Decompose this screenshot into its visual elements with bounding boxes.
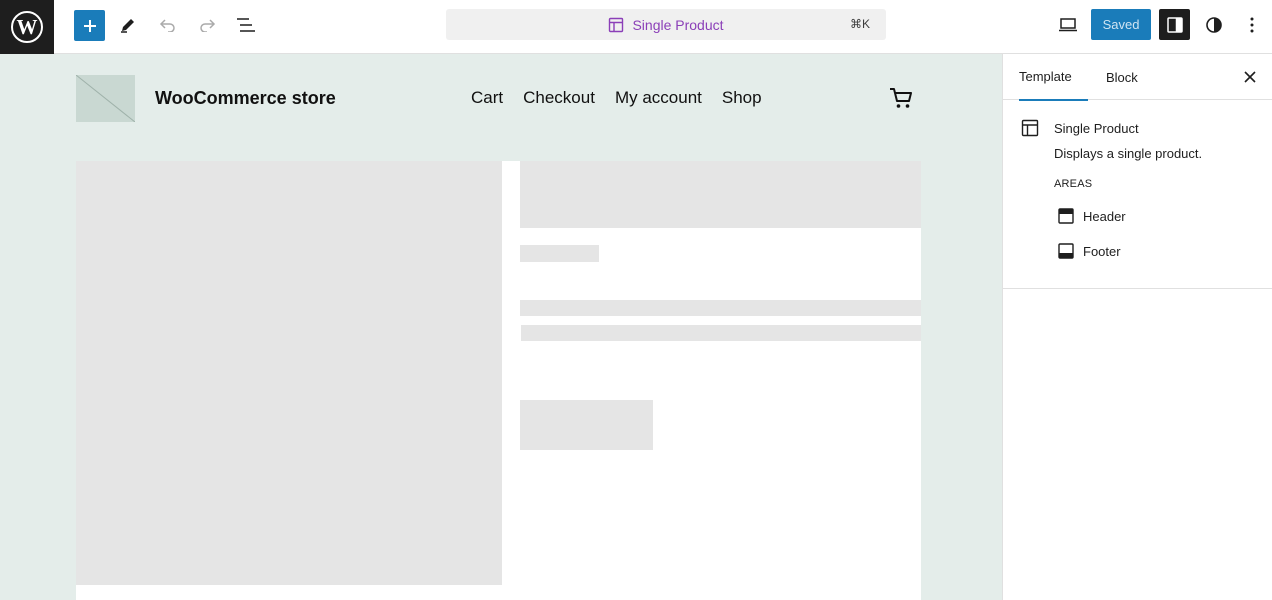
close-sidebar-button[interactable] bbox=[1241, 68, 1259, 86]
svg-text:W: W bbox=[17, 15, 38, 39]
site-navigation: Cart Checkout My account Shop bbox=[471, 88, 762, 108]
options-menu-button[interactable] bbox=[1243, 14, 1261, 36]
settings-panel-toggle[interactable] bbox=[1159, 9, 1190, 40]
product-excerpt-line[interactable] bbox=[520, 300, 921, 316]
area-label: Footer bbox=[1083, 243, 1121, 259]
device-preview-button[interactable] bbox=[1057, 14, 1079, 36]
product-title-placeholder[interactable] bbox=[520, 161, 921, 228]
editor-canvas[interactable]: WooCommerce store Cart Checkout My accou… bbox=[0, 54, 1002, 600]
add-block-button[interactable] bbox=[74, 10, 105, 41]
keyboard-shortcut: ⌘K bbox=[849, 17, 870, 31]
product-template-block[interactable] bbox=[76, 161, 921, 600]
redo-button[interactable] bbox=[196, 14, 218, 36]
sidebar-tabs: Template Block bbox=[1003, 54, 1272, 101]
product-excerpt-line[interactable] bbox=[521, 325, 921, 341]
list-view-icon bbox=[237, 18, 255, 32]
document-overview-button[interactable] bbox=[234, 14, 258, 36]
image-placeholder-icon bbox=[76, 75, 135, 122]
layout-template-icon bbox=[609, 17, 624, 32]
nav-item-my-account[interactable]: My account bbox=[615, 88, 702, 108]
cart-icon bbox=[890, 88, 912, 108]
tab-block[interactable]: Block bbox=[1106, 54, 1138, 100]
redo-icon bbox=[200, 19, 216, 32]
editor-toolbar: W Single Product ⌘K Saved bbox=[0, 0, 1272, 54]
site-logo-placeholder[interactable] bbox=[76, 75, 135, 122]
styles-button[interactable] bbox=[1203, 14, 1225, 36]
areas-heading: AREAS bbox=[1054, 178, 1093, 190]
more-vertical-icon bbox=[1250, 17, 1254, 33]
site-title[interactable]: WooCommerce store bbox=[155, 88, 336, 109]
layout-template-icon bbox=[1021, 119, 1039, 137]
footer-area-icon bbox=[1058, 243, 1074, 259]
nav-item-cart[interactable]: Cart bbox=[471, 88, 503, 108]
template-title: Single Product bbox=[1054, 121, 1139, 136]
template-description: Displays a single product. bbox=[1054, 146, 1203, 161]
edit-tools-button[interactable] bbox=[117, 14, 139, 36]
contrast-icon bbox=[1206, 17, 1222, 33]
area-item-footer[interactable]: Footer bbox=[1055, 239, 1123, 263]
pencil-icon bbox=[121, 19, 134, 33]
close-icon bbox=[1244, 71, 1256, 83]
sidebar-icon bbox=[1166, 16, 1183, 33]
header-area-icon bbox=[1058, 208, 1074, 224]
undo-button[interactable] bbox=[157, 14, 179, 36]
tab-template[interactable]: Template bbox=[1019, 54, 1088, 101]
desktop-icon bbox=[1059, 18, 1077, 32]
mini-cart-button[interactable] bbox=[889, 87, 913, 114]
nav-item-checkout[interactable]: Checkout bbox=[523, 88, 595, 108]
template-info-panel: Single Product Displays a single product… bbox=[1003, 100, 1272, 289]
saved-button[interactable]: Saved bbox=[1091, 9, 1151, 40]
current-template-title: Single Product bbox=[632, 16, 724, 33]
command-palette-bar[interactable]: Single Product ⌘K bbox=[446, 9, 886, 40]
settings-sidebar: Template Block Single Product Displays a… bbox=[1002, 54, 1272, 600]
add-to-cart-placeholder[interactable] bbox=[520, 400, 653, 450]
area-label: Header bbox=[1083, 208, 1126, 224]
nav-item-shop[interactable]: Shop bbox=[722, 88, 762, 108]
area-item-header[interactable]: Header bbox=[1055, 204, 1128, 228]
product-price-placeholder[interactable] bbox=[520, 245, 599, 262]
wordpress-logo-icon[interactable]: W bbox=[0, 0, 54, 54]
product-image-placeholder[interactable] bbox=[76, 161, 502, 585]
undo-icon bbox=[159, 19, 175, 32]
